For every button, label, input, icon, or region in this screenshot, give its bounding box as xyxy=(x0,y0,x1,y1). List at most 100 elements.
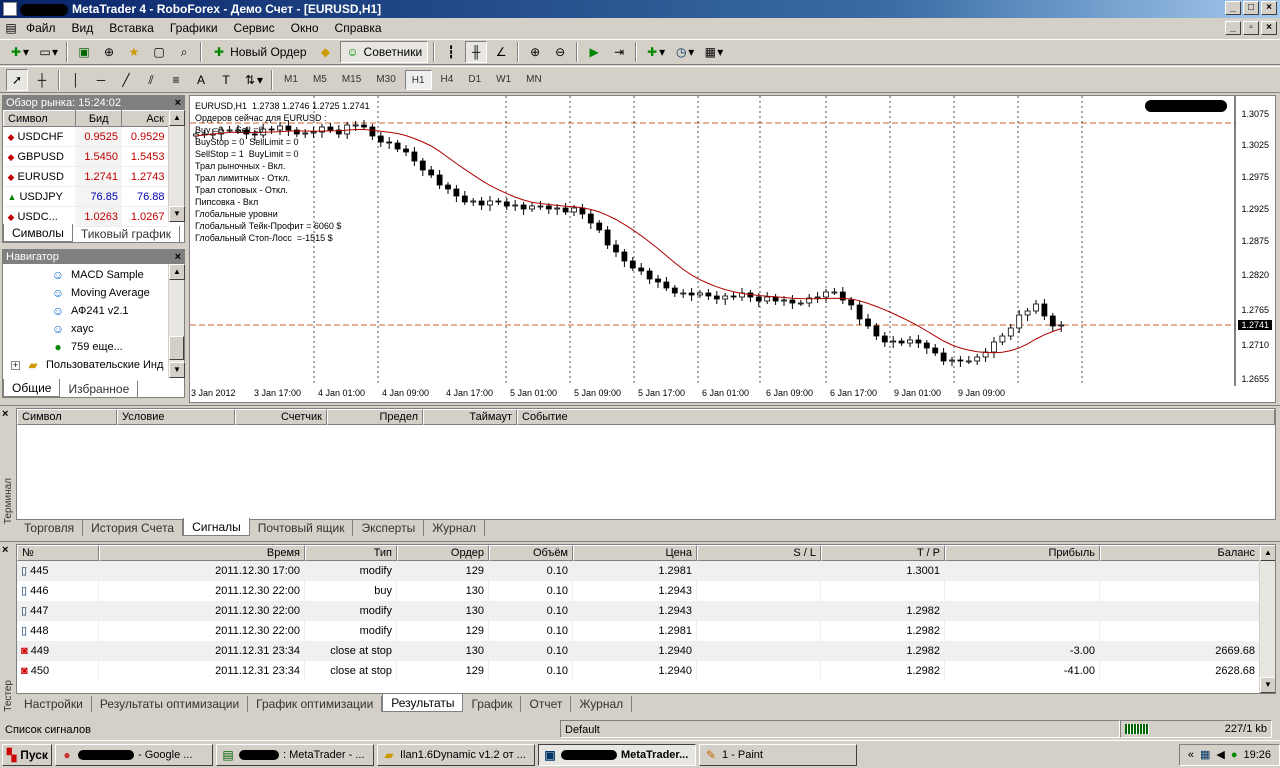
tab-tester-journal[interactable]: Журнал xyxy=(571,696,633,712)
menu-charts[interactable]: Графики xyxy=(162,18,226,38)
maximize-button[interactable]: □ xyxy=(1243,1,1259,15)
tab-optimization-results[interactable]: Результаты оптимизации xyxy=(92,696,249,712)
data-window-button[interactable]: ⊕ xyxy=(98,41,120,63)
col-bid[interactable]: Бид xyxy=(74,110,123,127)
expand-icon[interactable]: + xyxy=(11,360,20,370)
table-row[interactable]: ▯ 445 2011.12.30 17:00 modify 129 0.10 1.2981… xyxy=(17,561,1275,581)
child-restore-button[interactable]: ▫ xyxy=(1243,21,1259,35)
trendline-button[interactable]: ╱ xyxy=(115,69,137,91)
zoom-in-button[interactable]: ⊕ xyxy=(524,41,546,63)
document-icon[interactable]: ▤ xyxy=(4,21,18,35)
scroll-down-icon[interactable]: ▼ xyxy=(169,206,185,222)
table-row[interactable]: ▯ 448 2011.12.30 22:00 modify 129 0.10 1.2981… xyxy=(17,621,1275,641)
terminal-button[interactable]: ▢ xyxy=(148,41,170,63)
new-chart-button[interactable]: ✚ ▾ xyxy=(6,41,32,63)
zoom-out-button[interactable]: ⊖ xyxy=(549,41,571,63)
menu-help[interactable]: Справка xyxy=(327,18,390,38)
child-close-button[interactable]: × xyxy=(1261,21,1277,35)
volume-icon[interactable]: ◀ xyxy=(1216,748,1224,761)
col-number[interactable]: № xyxy=(17,545,99,561)
bar-chart-button[interactable]: ┇ xyxy=(440,41,462,63)
tab-favorites[interactable]: Избранное xyxy=(60,381,139,397)
col-sl[interactable]: S / L xyxy=(697,545,821,561)
col-ask[interactable]: Аск xyxy=(121,110,169,127)
col-order[interactable]: Ордер xyxy=(397,545,489,561)
scroll-thumb[interactable] xyxy=(169,336,184,360)
timeframe-d1[interactable]: D1 xyxy=(462,70,487,90)
col-limit[interactable]: Предел xyxy=(327,409,423,425)
col-event[interactable]: Событие xyxy=(517,409,1275,425)
channel-button[interactable]: ⫽ xyxy=(140,69,162,91)
navigator-scrollbar[interactable]: ▲ ▼ xyxy=(168,264,185,378)
arrows-button[interactable]: ⇅ ▾ xyxy=(240,69,266,91)
crosshair-button[interactable]: ┼ xyxy=(31,69,53,91)
start-button[interactable]: ▚ Пуск xyxy=(2,743,52,766)
menu-file[interactable]: Файл xyxy=(18,18,64,38)
taskbar-item-paint[interactable]: ✎ 1 - Paint xyxy=(699,743,857,766)
fibonacci-button[interactable]: ≡ xyxy=(165,69,187,91)
scroll-up-icon[interactable]: ▲ xyxy=(1260,545,1275,561)
horizontal-line-button[interactable]: ─ xyxy=(90,69,112,91)
taskbar-item-metatrader-2[interactable]: ▣ MetaTrader... xyxy=(538,743,696,766)
timeframe-h4[interactable]: H4 xyxy=(435,70,460,90)
menu-insert[interactable]: Вставка xyxy=(101,18,162,38)
autoscroll-button[interactable]: ▶ xyxy=(583,41,605,63)
chart-shift-button[interactable]: ⇥ xyxy=(608,41,630,63)
tab-results[interactable]: Результаты xyxy=(382,694,464,712)
timeframe-m15[interactable]: M15 xyxy=(336,70,367,90)
metaeditor-button[interactable]: ◆ xyxy=(315,41,337,63)
table-row[interactable]: ◆ EURUSD 1.2741 1.2743 xyxy=(3,166,169,187)
nav-item-af241[interactable]: ☺ АФ241 v2.1 xyxy=(51,302,184,320)
navigator-button[interactable]: ★ xyxy=(123,41,145,63)
scroll-down-icon[interactable]: ▼ xyxy=(1260,677,1275,693)
col-timeout[interactable]: Таймаут xyxy=(423,409,517,425)
tester-close-icon[interactable]: × xyxy=(2,544,8,556)
vertical-line-button[interactable]: │ xyxy=(65,69,87,91)
tab-report[interactable]: Отчет xyxy=(521,696,572,712)
col-condition[interactable]: Условие xyxy=(117,409,235,425)
timeframe-w1[interactable]: W1 xyxy=(490,70,517,90)
tab-optimization-graph[interactable]: График оптимизации xyxy=(248,696,383,712)
tab-symbols[interactable]: Символы xyxy=(3,224,73,242)
indicators-button[interactable]: ✚ ▾ xyxy=(642,41,668,63)
table-row[interactable]: ◙ 449 2011.12.31 23:34 close at stop 130 0.1… xyxy=(17,641,1275,661)
col-tp[interactable]: T / P xyxy=(821,545,945,561)
tray-expand-icon[interactable]: « xyxy=(1188,749,1194,761)
close-button[interactable]: × xyxy=(1261,1,1277,15)
scroll-up-icon[interactable]: ▲ xyxy=(169,264,185,280)
periods-button[interactable]: ◷ ▾ xyxy=(671,41,697,63)
tab-graph[interactable]: График xyxy=(463,696,522,712)
table-row[interactable]: ◙ 450 2011.12.31 23:34 close at stop 129 0.1… xyxy=(17,661,1275,681)
timeframe-m1[interactable]: M1 xyxy=(278,70,304,90)
terminal-close-icon[interactable]: × xyxy=(2,408,8,420)
tab-journal[interactable]: Журнал xyxy=(424,520,485,536)
tab-tick-chart[interactable]: Тиковый график xyxy=(73,226,181,242)
navigator-close-icon[interactable]: × xyxy=(175,250,181,264)
market-watch-scrollbar[interactable]: ▲ ▼ xyxy=(168,110,185,222)
text-label-button[interactable]: T xyxy=(215,69,237,91)
candlestick-button[interactable]: ╫ xyxy=(465,41,488,63)
tester-scrollbar[interactable]: ▲ ▼ xyxy=(1259,545,1275,693)
col-profit[interactable]: Прибыль xyxy=(945,545,1100,561)
timeframe-h1[interactable]: H1 xyxy=(404,69,432,90)
table-row[interactable]: ▲ USDJPY 76.85 76.88 xyxy=(3,186,169,207)
experts-button[interactable]: ☺ Советники xyxy=(339,41,429,63)
table-row[interactable]: ◆ GBPUSD 1.5450 1.5453 xyxy=(3,146,169,167)
tab-settings[interactable]: Настройки xyxy=(16,696,92,712)
templates-button[interactable]: ▦ ▾ xyxy=(700,41,726,63)
tab-common[interactable]: Общие xyxy=(3,379,61,397)
taskbar-item-metatrader-1[interactable]: ▤: MetaTrader - ... xyxy=(216,743,374,766)
price-chart[interactable]: EURUSD,H1 1.2738 1.2746 1.2725 1.2741 Орд… xyxy=(189,95,1276,403)
col-counter[interactable]: Счетчик xyxy=(235,409,327,425)
timeframe-m30[interactable]: M30 xyxy=(370,70,401,90)
cursor-button[interactable]: ➚ xyxy=(6,68,28,91)
tab-account-history[interactable]: История Счета xyxy=(83,520,184,536)
menu-view[interactable]: Вид xyxy=(64,18,102,38)
nav-item-macd[interactable]: ☺ MACD Sample xyxy=(51,266,184,284)
nav-item-custom-indicators[interactable]: + ▰ Пользовательские Инд xyxy=(3,356,184,374)
nav-item-xayc[interactable]: ☺ xayc xyxy=(51,320,184,338)
col-time[interactable]: Время xyxy=(99,545,305,561)
table-row[interactable]: ▯ 446 2011.12.30 22:00 buy 130 0.10 1.2943 xyxy=(17,581,1275,601)
timeframe-m5[interactable]: M5 xyxy=(307,70,333,90)
menu-tools[interactable]: Сервис xyxy=(226,18,283,38)
